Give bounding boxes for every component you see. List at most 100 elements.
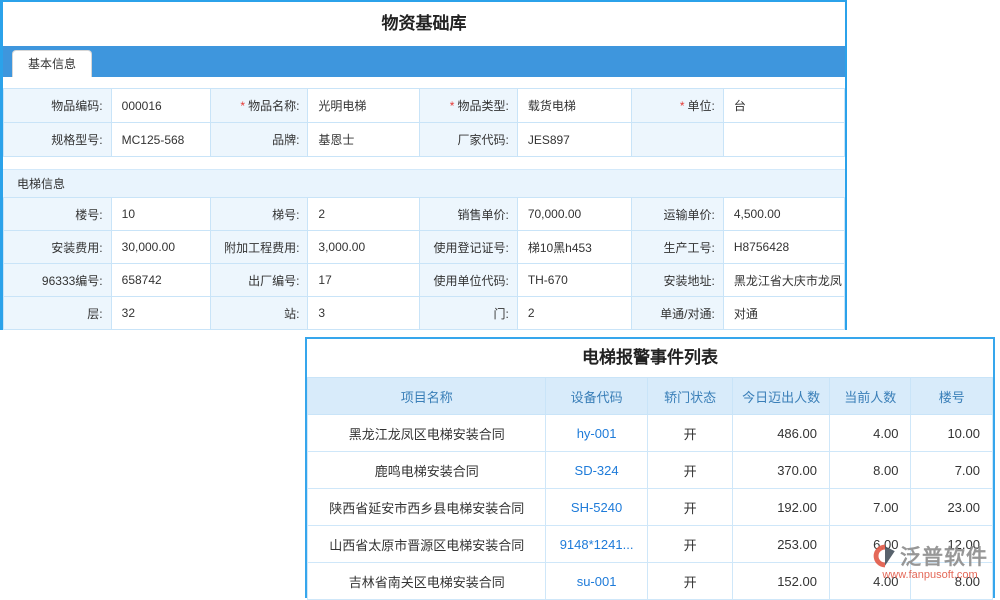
table-cell: 7.00 <box>911 452 993 489</box>
form-row: 安装费用:30,000.00附加工程费用:3,000.00使用登记证号:梯10黑… <box>4 231 845 264</box>
table-cell: 开 <box>647 489 733 526</box>
field-value: MC125-568 <box>111 123 210 157</box>
alarm-table-title: 电梯报警事件列表 <box>307 339 993 377</box>
field-label: 站: <box>210 297 308 330</box>
field-value: 光明电梯 <box>308 89 420 123</box>
field-value: 3,000.00 <box>308 231 420 264</box>
required-marker: * <box>680 99 685 113</box>
field-value: 000016 <box>111 89 210 123</box>
column-header: 当前人数 <box>829 378 911 415</box>
table-cell: 开 <box>647 526 733 563</box>
field-label <box>632 123 724 157</box>
table-cell: 6.00 <box>829 526 911 563</box>
field-label: 门: <box>420 297 518 330</box>
table-cell: 开 <box>647 563 733 600</box>
field-value: 对通 <box>723 297 844 330</box>
column-header: 楼号 <box>911 378 993 415</box>
alarm-events-table: 项目名称设备代码轿门状态今日迈出人数当前人数楼号 黑龙江龙凤区电梯安装合同hy-… <box>307 377 993 600</box>
table-row: 鹿鸣电梯安装合同SD-324开370.008.007.00 <box>308 452 993 489</box>
table-cell: 开 <box>647 415 733 452</box>
field-label: *物品类型: <box>420 89 518 123</box>
field-label: 销售单价: <box>420 198 518 231</box>
required-marker: * <box>450 99 455 113</box>
form-row: 物品编码:000016*物品名称:光明电梯*物品类型:载货电梯*单位:台 <box>4 89 845 123</box>
field-value: 载货电梯 <box>517 89 631 123</box>
form-grid-area: 物品编码:000016*物品名称:光明电梯*物品类型:载货电梯*单位:台规格型号… <box>3 77 845 330</box>
device-code-link[interactable]: su-001 <box>546 563 647 600</box>
field-value: 30,000.00 <box>111 231 210 264</box>
elevator-info-grid: 楼号:10梯号:2销售单价:70,000.00运输单价:4,500.00安装费用… <box>3 197 845 330</box>
field-label: 规格型号: <box>4 123 112 157</box>
table-cell: 23.00 <box>911 489 993 526</box>
field-label: 单通/对通: <box>632 297 724 330</box>
device-code-link[interactable]: SD-324 <box>546 452 647 489</box>
table-row: 吉林省南关区电梯安装合同su-001开152.004.008.00 <box>308 563 993 600</box>
field-value: 32 <box>111 297 210 330</box>
field-label: 安装费用: <box>4 231 112 264</box>
field-value: 台 <box>723 89 844 123</box>
required-marker: * <box>240 99 245 113</box>
table-cell: 陕西省延安市西乡县电梯安装合同 <box>308 489 546 526</box>
table-row: 山西省太原市晋源区电梯安装合同9148*1241...开253.006.0012… <box>308 526 993 563</box>
field-label: 楼号: <box>4 198 112 231</box>
field-value: 梯10黑h453 <box>517 231 631 264</box>
field-label: 物品编码: <box>4 89 112 123</box>
elevator-info-section-title: 电梯信息 <box>3 169 845 197</box>
field-value: TH-670 <box>517 264 631 297</box>
basic-info-grid: 物品编码:000016*物品名称:光明电梯*物品类型:载货电梯*单位:台规格型号… <box>3 88 845 157</box>
field-value: 10 <box>111 198 210 231</box>
field-label: 出厂编号: <box>210 264 308 297</box>
table-cell: 开 <box>647 452 733 489</box>
tab-basic-info[interactable]: 基本信息 <box>12 50 92 77</box>
field-value: 2 <box>308 198 420 231</box>
field-value: 4,500.00 <box>723 198 844 231</box>
table-cell: 8.00 <box>829 452 911 489</box>
field-label: 厂家代码: <box>420 123 518 157</box>
form-row: 层:32站:3门:2单通/对通:对通 <box>4 297 845 330</box>
field-value: 2 <box>517 297 631 330</box>
table-cell: 152.00 <box>733 563 830 600</box>
field-value: 黑龙江省大庆市龙凤 <box>723 264 844 297</box>
table-cell: 山西省太原市晋源区电梯安装合同 <box>308 526 546 563</box>
table-row: 黑龙江龙凤区电梯安装合同hy-001开486.004.0010.00 <box>308 415 993 452</box>
field-label: 运输单价: <box>632 198 724 231</box>
form-row: 规格型号:MC125-568品牌:基恩士厂家代码:JES897 <box>4 123 845 157</box>
form-row: 楼号:10梯号:2销售单价:70,000.00运输单价:4,500.00 <box>4 198 845 231</box>
field-label: 层: <box>4 297 112 330</box>
table-cell: 鹿鸣电梯安装合同 <box>308 452 546 489</box>
field-label: 96333编号: <box>4 264 112 297</box>
field-label: *物品名称: <box>210 89 308 123</box>
tab-bar: 基本信息 <box>3 46 845 77</box>
table-cell: 253.00 <box>733 526 830 563</box>
field-value: 17 <box>308 264 420 297</box>
field-label: 品牌: <box>210 123 308 157</box>
table-cell: 4.00 <box>829 563 911 600</box>
table-cell: 4.00 <box>829 415 911 452</box>
device-code-link[interactable]: 9148*1241... <box>546 526 647 563</box>
table-cell: 7.00 <box>829 489 911 526</box>
form-row: 96333编号:658742出厂编号:17使用单位代码:TH-670安装地址:黑… <box>4 264 845 297</box>
material-form-panel: 物资基础库 基本信息 物品编码:000016*物品名称:光明电梯*物品类型:载货… <box>0 0 847 330</box>
device-code-link[interactable]: SH-5240 <box>546 489 647 526</box>
field-label: 梯号: <box>210 198 308 231</box>
field-label: 使用单位代码: <box>420 264 518 297</box>
table-cell: 黑龙江龙凤区电梯安装合同 <box>308 415 546 452</box>
field-label: 生产工号: <box>632 231 724 264</box>
table-cell: 486.00 <box>733 415 830 452</box>
field-value: 3 <box>308 297 420 330</box>
field-value: 70,000.00 <box>517 198 631 231</box>
field-label: 使用登记证号: <box>420 231 518 264</box>
device-code-link[interactable]: hy-001 <box>546 415 647 452</box>
field-value: H8756428 <box>723 231 844 264</box>
field-label: 附加工程费用: <box>210 231 308 264</box>
section-gap <box>3 157 845 169</box>
table-row: 陕西省延安市西乡县电梯安装合同SH-5240开192.007.0023.00 <box>308 489 993 526</box>
field-label: 安装地址: <box>632 264 724 297</box>
field-value <box>723 123 844 157</box>
field-value: 基恩士 <box>308 123 420 157</box>
alarm-events-panel: 电梯报警事件列表 项目名称设备代码轿门状态今日迈出人数当前人数楼号 黑龙江龙凤区… <box>305 337 995 598</box>
table-cell: 10.00 <box>911 415 993 452</box>
table-cell: 12.00 <box>911 526 993 563</box>
field-label: *单位: <box>632 89 724 123</box>
table-cell: 192.00 <box>733 489 830 526</box>
